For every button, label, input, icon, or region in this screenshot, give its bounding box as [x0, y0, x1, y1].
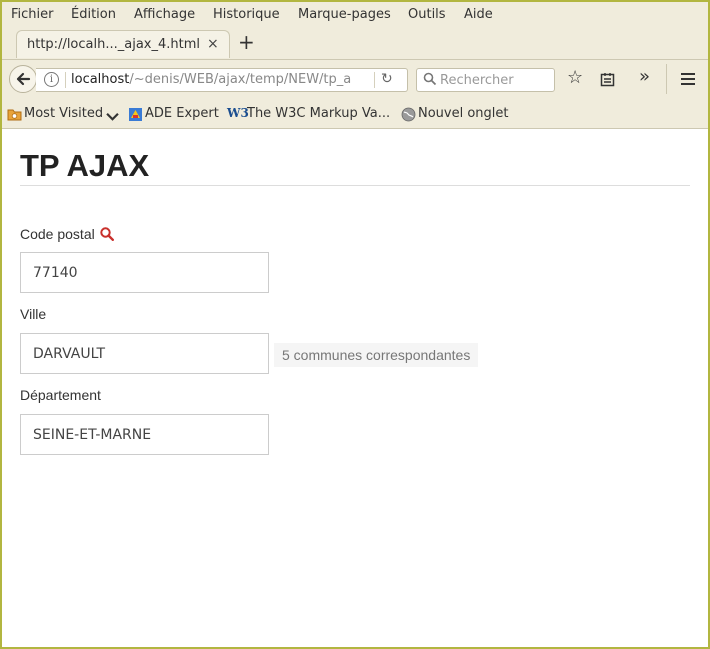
departement-input[interactable] [20, 414, 269, 455]
toolbar-separator [666, 64, 667, 94]
magnifier-icon[interactable] [99, 227, 114, 241]
browser-chrome: Fichier Édition Affichage Historique Mar… [2, 2, 708, 129]
bookmark-w3c[interactable]: The W3C Markup Va... [247, 106, 390, 121]
reload-icon[interactable]: ↻ [381, 71, 393, 87]
url-host: localhost [71, 72, 130, 87]
menu-historique[interactable]: Historique [213, 7, 280, 22]
menu-aide[interactable]: Aide [464, 7, 493, 22]
info-icon[interactable]: i [44, 72, 59, 87]
ade-icon [129, 108, 142, 121]
globe-icon [401, 107, 416, 122]
ville-hint-badge: 5 communes correspondantes [274, 343, 479, 367]
hamburger-menu-icon[interactable] [680, 72, 696, 86]
ville-input[interactable] [20, 333, 269, 374]
url-separator-2 [374, 72, 375, 88]
folder-icon [7, 109, 22, 121]
menu-outils[interactable]: Outils [408, 7, 446, 22]
title-divider [20, 185, 690, 186]
bookmark-ade-expert[interactable]: ADE Expert [145, 106, 219, 121]
code-postal-input[interactable] [20, 252, 269, 293]
tab-close-icon[interactable]: × [207, 36, 219, 52]
star-icon[interactable]: ☆ [567, 67, 583, 88]
search-bar[interactable]: Rechercher [416, 68, 555, 92]
bookmark-most-visited[interactable]: Most Visited [24, 106, 103, 121]
bookmark-nouvel-onglet[interactable]: Nouvel onglet [418, 106, 509, 121]
bookmarks-bar: Most Visited ADE Expert W3 The W3C Marku… [2, 98, 708, 129]
departement-label: Département [20, 387, 101, 403]
reading-list-icon[interactable] [600, 72, 615, 87]
url-separator [65, 72, 66, 88]
w3c-icon: W3 [227, 106, 249, 120]
back-arrow-icon [16, 72, 31, 86]
browser-window: Fichier Édition Affichage Historique Mar… [0, 0, 710, 649]
tab-title: http://localh..._ajax_4.html [27, 37, 201, 52]
menubar: Fichier Édition Affichage Historique Mar… [2, 2, 708, 28]
page-title: TP AJAX [20, 148, 150, 183]
back-button[interactable] [9, 65, 37, 93]
url-path: /~denis/WEB/ajax/temp/NEW/tp_a [129, 72, 351, 87]
search-placeholder: Rechercher [440, 73, 514, 88]
search-icon [423, 72, 437, 86]
tab-strip: http://localh..._ajax_4.html × + [2, 28, 708, 58]
tab-active[interactable]: http://localh..._ajax_4.html × [16, 30, 230, 58]
nav-bar: i localhost/~denis/WEB/ajax/temp/NEW/tp_… [2, 59, 708, 97]
url-bar[interactable]: i localhost/~denis/WEB/ajax/temp/NEW/tp_… [36, 68, 408, 92]
url-text[interactable]: localhost/~denis/WEB/ajax/temp/NEW/tp_a [71, 72, 351, 87]
page-content: TP AJAX Code postal Ville 5 communes cor… [2, 130, 708, 647]
menu-affichage[interactable]: Affichage [134, 7, 195, 22]
code-postal-label-text: Code postal [20, 226, 95, 242]
ville-label: Ville [20, 306, 47, 322]
overflow-chevron-icon[interactable]: » [639, 66, 650, 87]
code-postal-label: Code postal [20, 225, 114, 242]
menu-marque-pages[interactable]: Marque-pages [298, 7, 391, 22]
chevron-down-icon[interactable] [105, 109, 120, 124]
menu-fichier[interactable]: Fichier [11, 7, 54, 22]
menu-edition[interactable]: Édition [71, 7, 116, 22]
new-tab-button[interactable]: + [238, 31, 255, 53]
